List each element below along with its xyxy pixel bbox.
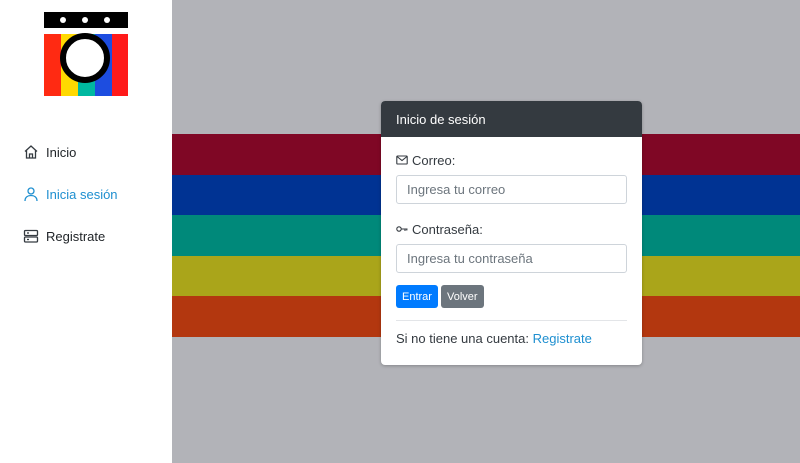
register-prompt-text: Si no tiene una cuenta: <box>396 331 529 346</box>
register-prompt: Si no tiene una cuenta: Registrate <box>396 331 627 346</box>
sidebar-item-registrate[interactable]: Registrate <box>0 222 172 250</box>
user-icon <box>22 185 40 203</box>
password-label: Contraseña: <box>396 219 627 239</box>
password-field[interactable] <box>396 244 627 273</box>
camera-logo-icon[interactable] <box>44 12 128 96</box>
divider <box>396 320 627 321</box>
email-label: Correo: <box>396 150 627 170</box>
password-label-text: Contraseña: <box>412 221 483 237</box>
sidebar-nav: Inicio Inicia sesión Registrate <box>0 138 172 264</box>
sidebar: Inicio Inicia sesión Registrate <box>0 0 172 463</box>
sidebar-item-inicio[interactable]: Inicio <box>0 138 172 166</box>
key-icon <box>396 223 408 235</box>
card-header: Inicio de sesión <box>381 101 642 137</box>
sidebar-item-inicia-sesion[interactable]: Inicia sesión <box>0 180 172 208</box>
envelope-icon <box>396 154 408 166</box>
card-title: Inicio de sesión <box>396 111 486 127</box>
server-icon <box>22 227 40 245</box>
card-body: Correo: Contraseña: Entrar Volver Si no … <box>381 137 642 346</box>
sidebar-item-label: Registrate <box>46 228 106 244</box>
entrar-button[interactable]: Entrar <box>396 285 438 308</box>
sidebar-item-label: Inicio <box>46 144 77 160</box>
email-field[interactable] <box>396 175 627 204</box>
email-label-text: Correo: <box>412 152 456 168</box>
form-buttons: Entrar Volver <box>396 285 627 308</box>
sidebar-item-label: Inicia sesión <box>46 186 118 202</box>
register-link[interactable]: Registrate <box>533 331 592 346</box>
login-card: Inicio de sesión Correo: Contraseña: Ent… <box>381 101 642 365</box>
home-icon <box>22 143 40 161</box>
volver-button[interactable]: Volver <box>440 285 484 308</box>
